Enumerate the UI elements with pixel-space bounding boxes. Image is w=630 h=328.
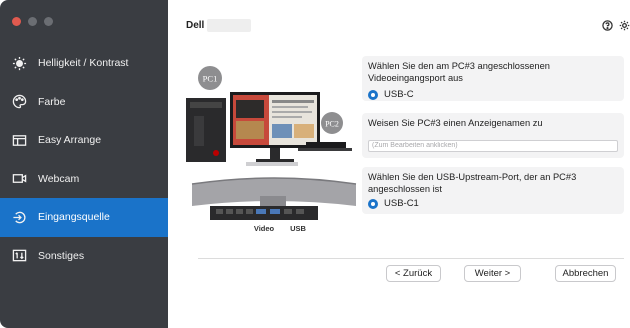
model-number-redacted [207, 19, 252, 32]
sidebar-item-color[interactable]: Farbe [0, 83, 168, 122]
sidebar-item-other[interactable]: Sonstiges [0, 237, 168, 276]
sidebar-item-brightness-contrast[interactable]: Helligkeit / Kontrast [0, 44, 168, 83]
radio-selected-icon[interactable] [368, 198, 378, 209]
usb-upstream-option-usb-c1[interactable]: USB-C1 [368, 198, 618, 209]
minimize-window-button[interactable] [28, 17, 37, 26]
video-port-question: Wählen Sie den am PC#3 angeschlossenen V… [368, 61, 550, 83]
sidebar: Helligkeit / Kontrast Farbe Easy Arrange… [0, 0, 168, 328]
other-settings-icon [11, 248, 27, 264]
pc2-device-image [306, 142, 346, 148]
monitor-model: Dell [186, 19, 252, 32]
window-controls [12, 17, 53, 26]
usb-upstream-panel: Wählen Sie den USB-Upstream-Port, der an… [362, 167, 624, 214]
sidebar-item-label: Eingangsquelle [38, 211, 110, 224]
header-icons [602, 20, 630, 31]
sidebar-item-label: Webcam [38, 172, 80, 185]
layout-icon [11, 132, 27, 148]
sidebar-item-label: Farbe [38, 95, 66, 108]
close-window-button[interactable] [12, 17, 21, 26]
help-icon[interactable] [602, 20, 613, 31]
cancel-button[interactable]: Abbrechen [555, 265, 616, 282]
next-button[interactable]: Weiter > [464, 265, 521, 282]
pc2-label: PC2 [325, 120, 339, 129]
setup-illustration: PC1 PC2 Video USB [186, 66, 357, 233]
display-name-panel: Weisen Sie PC#3 einen Anzeigenamen zu [362, 113, 624, 158]
display-name-input[interactable] [368, 139, 618, 152]
video-port-panel: Wählen Sie den am PC#3 angeschlossenen V… [362, 56, 624, 101]
settings-icon[interactable] [619, 20, 630, 31]
sidebar-nav: Helligkeit / Kontrast Farbe Easy Arrange… [0, 44, 168, 275]
sidebar-item-label: Sonstiges [38, 249, 85, 262]
usb-upstream-question: Wählen Sie den USB-Upstream-Port, der an… [368, 172, 577, 194]
video-port-option-usb-c[interactable]: USB-C [368, 89, 618, 100]
sidebar-item-easy-arrange[interactable]: Easy Arrange [0, 121, 168, 160]
video-port-label: Video [254, 224, 275, 233]
sidebar-item-label: Helligkeit / Kontrast [38, 57, 129, 70]
sidebar-item-label: Easy Arrange [38, 134, 102, 147]
usb-port-label: USB [290, 224, 306, 233]
sidebar-item-input-source[interactable]: Eingangsquelle [0, 198, 168, 237]
display-name-question: Weisen Sie PC#3 einen Anzeigenamen zu [368, 118, 543, 128]
back-button[interactable]: < Zurück [386, 265, 441, 282]
app-window: Helligkeit / Kontrast Farbe Easy Arrange… [0, 0, 630, 328]
video-port-option-label: USB-C [384, 89, 414, 100]
sidebar-item-webcam[interactable]: Webcam [0, 160, 168, 199]
radio-selected-icon[interactable] [368, 89, 378, 100]
brightness-icon [11, 55, 27, 71]
input-source-icon [11, 209, 27, 225]
webcam-icon [11, 171, 27, 187]
usb-upstream-option-label: USB-C1 [384, 198, 419, 209]
pc1-label: PC1 [203, 74, 218, 84]
footer-divider [198, 258, 624, 259]
palette-icon [11, 94, 27, 110]
maximize-window-button[interactable] [44, 17, 53, 26]
model-name: Dell [186, 20, 205, 31]
main-content: Dell PC1 PC2 Video USB Wählen Sie den am… [168, 0, 630, 328]
